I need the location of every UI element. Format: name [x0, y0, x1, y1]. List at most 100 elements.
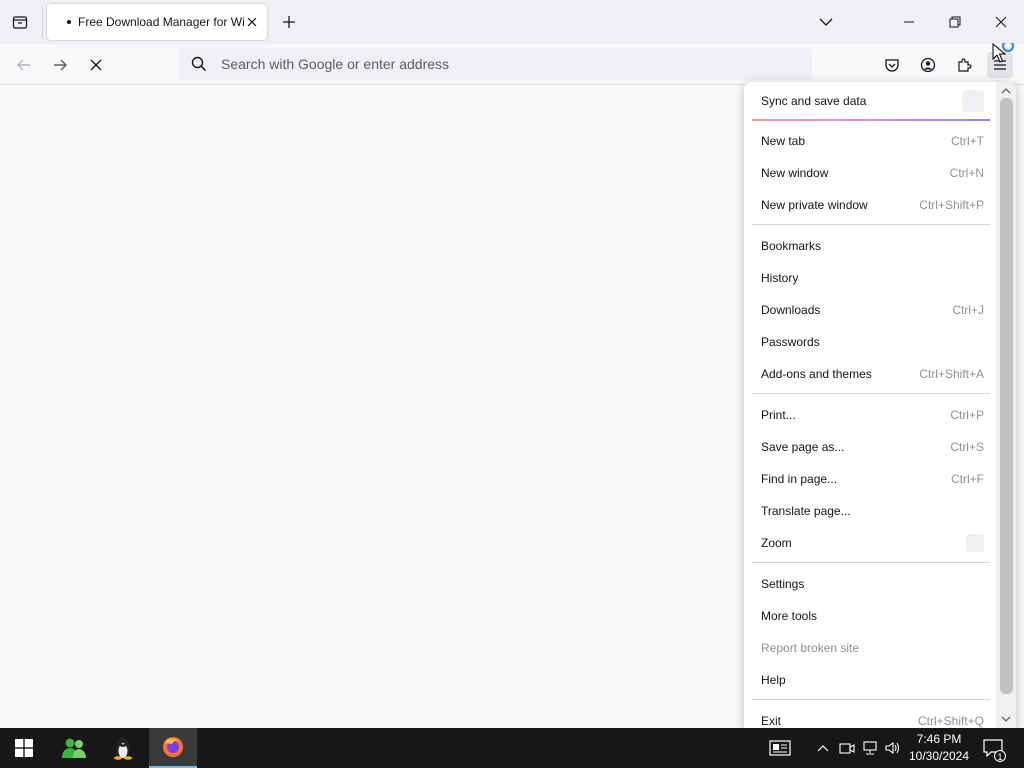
windows-taskbar: 7:46 PM 10/30/2024 1	[0, 728, 1024, 768]
menu-separator	[752, 699, 990, 700]
arrow-right-icon	[54, 59, 67, 71]
menu-item-shortcut: Ctrl+Shift+P	[919, 198, 984, 212]
menu-item-new-tab[interactable]: New tab Ctrl+T	[752, 127, 992, 155]
menu-item-label: Translate page...	[761, 504, 851, 518]
menu-item-label: Zoom	[761, 536, 792, 550]
menu-item-shortcut: Ctrl+S	[950, 440, 984, 454]
menu-item-shortcut: Ctrl+T	[951, 134, 984, 148]
search-icon	[191, 56, 207, 72]
forward-button[interactable]	[47, 52, 73, 78]
pocket-button[interactable]	[879, 52, 905, 78]
extensions-button[interactable]	[951, 52, 977, 78]
menu-item-zoom[interactable]: Zoom	[752, 529, 992, 557]
menu-separator	[752, 224, 990, 225]
menu-item-label: Find in page...	[761, 472, 838, 486]
menu-item-label: Save page as...	[761, 440, 845, 454]
sync-avatar-icon	[962, 90, 984, 112]
menu-item-bookmarks[interactable]: Bookmarks	[752, 232, 992, 260]
taskbar-app-firefox[interactable]	[149, 728, 197, 768]
tab-separator	[42, 6, 43, 38]
clock-date: 10/30/2024	[908, 749, 970, 763]
scroll-thumb[interactable]	[1000, 98, 1013, 694]
people-app-icon	[62, 738, 86, 758]
menu-item-label: More tools	[761, 609, 818, 623]
chevron-up-icon	[817, 745, 829, 752]
restore-icon	[949, 16, 961, 28]
show-hidden-icons-button[interactable]	[813, 738, 833, 758]
stop-loading-button[interactable]	[83, 52, 109, 78]
taskbar-clock[interactable]: 7:46 PM 10/30/2024	[904, 731, 974, 765]
start-button[interactable]	[0, 728, 48, 768]
menu-item-find-in-page[interactable]: Find in page... Ctrl+F	[752, 465, 992, 493]
scroll-down-arrow[interactable]	[1000, 713, 1012, 725]
navigation-toolbar	[0, 44, 1024, 85]
firefox-view-button[interactable]	[8, 11, 32, 33]
restore-button[interactable]	[932, 0, 978, 44]
menu-item-save-page-as[interactable]: Save page as... Ctrl+S	[752, 433, 992, 461]
menu-item-translate-page[interactable]: Translate page...	[752, 497, 992, 525]
url-input[interactable]	[221, 56, 781, 72]
menu-item-shortcut: Ctrl+N	[949, 166, 984, 180]
menu-item-label: New tab	[761, 134, 806, 148]
menu-item-downloads[interactable]: Downloads Ctrl+J	[752, 296, 992, 324]
menu-item-exit[interactable]: Exit Ctrl+Shift+Q	[752, 707, 992, 728]
tab-close-button[interactable]	[245, 15, 259, 29]
notification-count-badge: 1	[994, 750, 1006, 762]
notification-center-button[interactable]: 1	[982, 738, 1006, 762]
menu-item-report-broken-site[interactable]: Report broken site	[752, 634, 992, 662]
camera-tray-icon[interactable]	[837, 738, 857, 758]
menu-item-new-window[interactable]: New window Ctrl+N	[752, 159, 992, 187]
menu-item-label: Bookmarks	[761, 239, 822, 253]
menu-item-history[interactable]: History	[752, 264, 992, 292]
menu-item-label: Exit	[761, 714, 782, 728]
scroll-up-arrow[interactable]	[1000, 84, 1012, 96]
menu-item-shortcut: Ctrl+J	[952, 303, 984, 317]
windows-logo-icon	[15, 739, 33, 757]
back-button[interactable]	[11, 52, 37, 78]
zoom-controls[interactable]	[966, 534, 984, 552]
chevron-down-icon	[1001, 716, 1011, 722]
close-icon	[247, 17, 257, 27]
minimize-button[interactable]	[886, 0, 932, 44]
network-icon[interactable]	[860, 738, 880, 758]
plus-icon	[283, 16, 295, 28]
menu-item-settings[interactable]: Settings	[752, 570, 992, 598]
menu-item-add-ons-and-themes[interactable]: Add-ons and themes Ctrl+Shift+A	[752, 360, 992, 388]
tab-title: Free Download Manager for Wi	[78, 15, 245, 29]
menu-item-label: Add-ons and themes	[761, 367, 872, 381]
menu-scrollbar[interactable]	[996, 82, 1016, 728]
menu-item-shortcut: Ctrl+Shift+A	[919, 367, 984, 381]
menu-item-label: Settings	[761, 577, 805, 591]
menu-item-label: Downloads	[761, 303, 821, 317]
volume-icon[interactable]	[883, 738, 903, 758]
tab-strip: Free Download Manager for Wi	[0, 0, 1024, 44]
active-tab[interactable]: Free Download Manager for Wi	[47, 4, 267, 40]
address-bar[interactable]	[178, 48, 812, 80]
chevron-down-icon	[819, 18, 833, 26]
close-window-button[interactable]	[978, 0, 1024, 44]
app-menu-panel: Sync and save data New tab Ctrl+T New wind…	[744, 82, 1016, 728]
menu-item-label: Sync and save data	[761, 94, 867, 108]
menu-item-new-private-window[interactable]: New private window Ctrl+Shift+P	[752, 191, 992, 219]
menu-separator	[752, 562, 990, 563]
news-widget-icon[interactable]	[768, 738, 792, 758]
list-all-tabs-button[interactable]	[816, 13, 836, 31]
account-button[interactable]	[915, 52, 941, 78]
firefox-icon	[163, 737, 183, 757]
menu-item-help[interactable]: Help	[752, 666, 992, 694]
menu-separator	[752, 119, 990, 121]
taskbar-app-linux[interactable]	[99, 728, 147, 768]
menu-item-sync[interactable]: Sync and save data	[752, 87, 992, 115]
menu-item-passwords[interactable]: Passwords	[752, 328, 992, 356]
new-tab-button[interactable]	[280, 13, 298, 31]
menu-item-more-tools[interactable]: More tools	[752, 602, 992, 630]
clock-time: 7:46 PM	[916, 732, 962, 746]
menu-item-label: History	[761, 271, 799, 285]
firefox-view-icon	[12, 16, 28, 29]
pocket-icon	[885, 59, 899, 72]
taskbar-app-people[interactable]	[50, 728, 98, 768]
minimize-icon	[904, 21, 914, 23]
menu-item-print[interactable]: Print... Ctrl+P	[752, 401, 992, 429]
puzzle-icon	[958, 58, 972, 72]
menu-item-label: Help	[761, 673, 786, 687]
